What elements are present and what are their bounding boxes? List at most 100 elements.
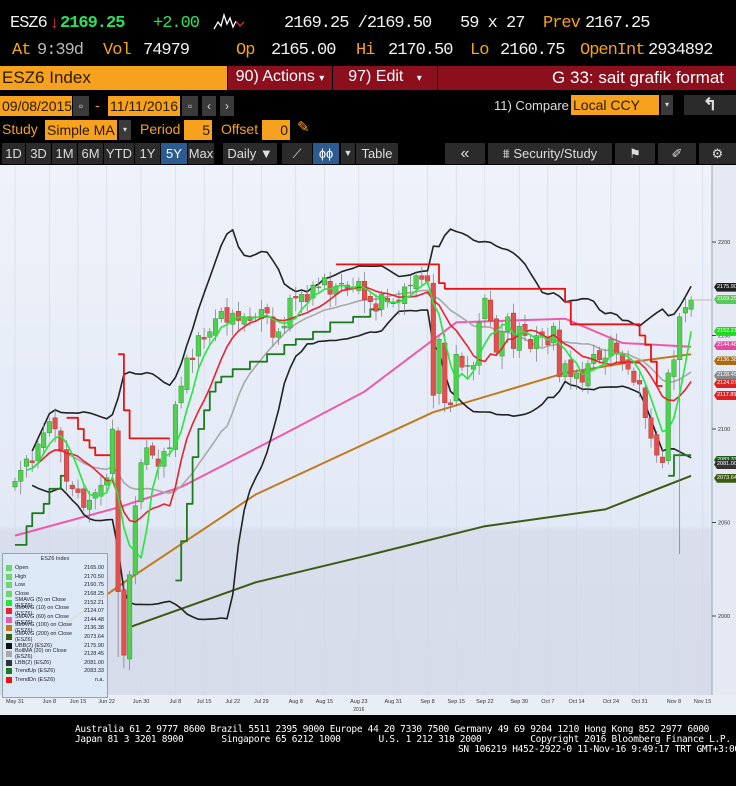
candle-down	[52, 417, 58, 430]
sparkline-icon[interactable]	[212, 12, 248, 32]
period-button-max[interactable]: Max	[188, 143, 214, 164]
period-button-1y[interactable]: 1Y	[135, 143, 160, 164]
x-tick-label: Jul 15	[197, 699, 212, 705]
price-chart[interactable]: May 31 Jun 8 Jun 15 Jun 22 Jun 30 Jul 8 Jul 15…	[0, 165, 736, 715]
candle-down	[373, 303, 379, 312]
candle-up	[127, 574, 133, 660]
y-tick-label: 2050	[718, 521, 730, 527]
gear-icon[interactable]: ⚙	[699, 143, 736, 164]
period-input[interactable]: 5	[184, 120, 212, 140]
legend-item-name: High	[15, 573, 27, 580]
candlestick-icon[interactable]: ɸɸ	[313, 143, 339, 164]
open-interest-label: OpenInt	[580, 41, 645, 60]
x-tick-label: May 31	[6, 699, 24, 705]
actions-menu[interactable]: 90) Actions ▾	[228, 66, 332, 90]
candle-up	[574, 372, 580, 379]
date-dash: -	[95, 97, 100, 113]
candle-down	[419, 275, 425, 280]
x-tick-label: Oct 7	[541, 699, 554, 705]
period-button-ytd[interactable]: YTD	[104, 143, 134, 164]
legend-swatch	[6, 599, 12, 606]
price-marker-label: 2124.07	[714, 379, 736, 389]
legend-item[interactable]: Low 2160.75	[6, 581, 104, 590]
back-arrow-button[interactable]: ↰	[684, 95, 736, 115]
period-button-1d[interactable]: 1D	[2, 143, 25, 164]
price-marker-label: 2169.25	[714, 295, 736, 304]
candle-down	[493, 318, 499, 353]
legend-swatch	[6, 668, 12, 675]
candle-down	[58, 430, 64, 452]
edit-icon[interactable]: ✐	[658, 143, 696, 164]
prev-label: Prev	[543, 14, 581, 33]
security-study-label: Security/Study	[513, 146, 598, 161]
pencil-icon[interactable]: ✎	[297, 118, 310, 136]
legend-item[interactable]: TrendDn (ESZ6) n.a.	[6, 676, 104, 685]
end-date-input[interactable]: 11/11/2016	[108, 96, 180, 116]
legend-item-value: 2073.64	[84, 634, 104, 641]
candle-up	[688, 299, 694, 310]
flag-icon[interactable]: ⚑	[615, 143, 655, 164]
legend-item-name: TrendUp (ESZ6)	[15, 668, 56, 675]
candle-up	[677, 316, 683, 361]
legend-item[interactable]: TrendUp (ESZ6) 2083.33	[6, 667, 104, 676]
period-button-3d[interactable]: 3D	[26, 143, 51, 164]
chevron-down-icon[interactable]: ▾	[119, 120, 131, 140]
high-label: Hi	[356, 41, 375, 60]
candle-up	[316, 286, 322, 289]
candle-up	[413, 275, 419, 289]
legend-swatch	[6, 616, 12, 623]
security-field[interactable]: ESZ6 Index	[0, 66, 227, 90]
start-date-input[interactable]: 09/08/2015	[0, 96, 72, 116]
candle-up	[184, 357, 190, 390]
prev-arrow-button[interactable]: ‹	[202, 96, 216, 116]
open-value: 2165.00	[271, 41, 336, 60]
candle-up	[671, 359, 677, 377]
edit-menu[interactable]: 97) Edit ▾	[333, 66, 437, 90]
legend-item[interactable]: BollMA (20) on Close (ESZ6) 2128.45	[6, 648, 104, 660]
x-tick-label: Jul 22	[225, 699, 240, 705]
bid-ask-size: 59 x 27	[460, 14, 525, 33]
y-tick-label: 2000	[718, 614, 730, 620]
candle-down	[75, 488, 81, 493]
period-button-6m[interactable]: 6M	[78, 143, 103, 164]
legend-swatch	[6, 565, 12, 572]
period-button-5y[interactable]: 5Y	[161, 143, 187, 164]
candle-down	[81, 488, 87, 508]
frequency-select[interactable]: Daily ▼	[223, 143, 277, 164]
offset-input[interactable]: 0	[262, 120, 290, 140]
legend-item[interactable]: SMAVG (200) on Close (ESZ6) 2073.64	[6, 631, 104, 643]
line-chart-icon[interactable]: ⟋	[282, 143, 312, 164]
legend-swatch	[6, 608, 12, 615]
bid-ask: 2169.25 /2169.50	[284, 14, 432, 33]
x-tick-label: Jun 30	[133, 699, 150, 705]
ticker: ESZ6	[10, 14, 48, 33]
footer-session: SN 106219 H452-2922-0 11-Nov-16 9:49:17 …	[458, 744, 736, 755]
legend-swatch	[6, 642, 12, 649]
collapse-icon[interactable]: «	[445, 143, 485, 164]
chevron-down-icon[interactable]: ▾	[661, 95, 673, 115]
candle-up	[402, 286, 408, 304]
calendar-icon[interactable]: ▫	[73, 96, 89, 116]
at-label: At	[12, 41, 31, 60]
legend-item-name: LBB(2) (ESZ6)	[15, 659, 52, 666]
candle-up	[109, 428, 115, 475]
candle-down	[447, 402, 453, 405]
study-select[interactable]: Simple MA	[45, 120, 117, 140]
period-button-1m[interactable]: 1M	[52, 143, 77, 164]
candle-up	[195, 335, 201, 357]
table-button[interactable]: Table	[356, 143, 398, 164]
legend-item[interactable]: LBB(2) (ESZ6) 2081.00	[6, 659, 104, 668]
legend-item[interactable]: Open 2165.00	[6, 564, 104, 573]
down-arrow-icon: ↓	[50, 12, 59, 32]
calendar-icon[interactable]: ▫	[182, 96, 198, 116]
legend-swatch	[6, 651, 12, 658]
prev-value: 2167.25	[585, 14, 650, 33]
candle-down	[367, 296, 373, 303]
legend-item[interactable]: High 2170.50	[6, 573, 104, 582]
candle-down	[115, 430, 121, 592]
chart-legend[interactable]: ESZ6 Index Open 2165.00 High 2170.50 Low 2160…	[2, 553, 108, 698]
security-study-button[interactable]: ⩩ Security/Study	[488, 143, 612, 164]
chevron-down-icon[interactable]: ▼	[341, 143, 355, 164]
compare-select[interactable]: Local CCY	[571, 95, 659, 115]
next-arrow-button[interactable]: ›	[220, 96, 234, 116]
